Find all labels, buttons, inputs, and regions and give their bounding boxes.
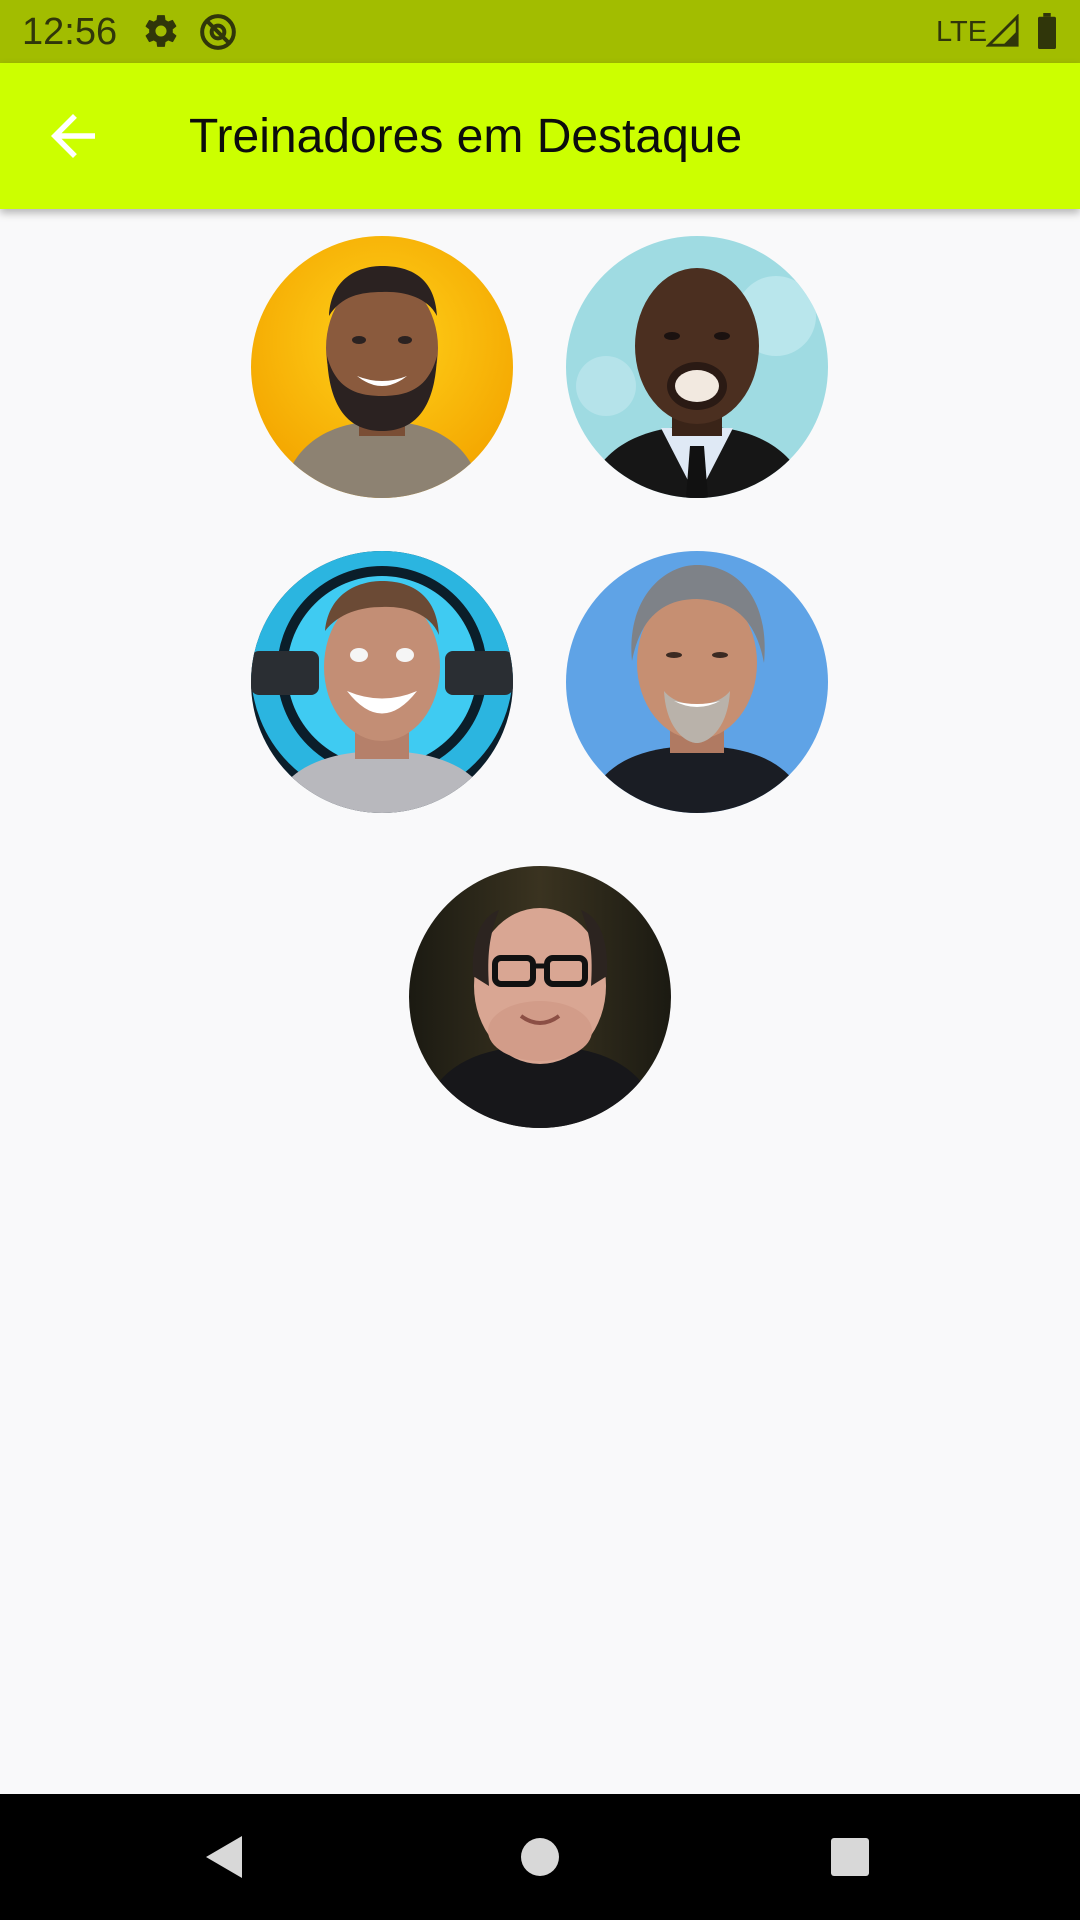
nav-back-icon[interactable] — [190, 1822, 260, 1892]
trainer-avatar[interactable] — [566, 551, 828, 813]
trainer-photo-4 — [566, 551, 828, 813]
nav-recents-icon[interactable] — [815, 1822, 885, 1892]
trainer-photo-5 — [409, 866, 671, 1128]
battery-icon — [1036, 13, 1058, 54]
trainer-avatar[interactable] — [409, 866, 671, 1128]
trainer-photo-1 — [251, 236, 513, 498]
page-title: Treinadores em Destaque — [189, 110, 743, 163]
trainer-avatar[interactable] — [566, 236, 828, 498]
status-bar: 12:56 LTE — [0, 0, 1080, 63]
trainer-photo-3 — [251, 551, 513, 813]
trainer-avatar[interactable] — [251, 236, 513, 498]
app-bar: Treinadores em Destaque — [0, 63, 1080, 209]
arrow-left-icon — [51, 114, 95, 158]
trainer-avatar[interactable] — [251, 551, 513, 813]
settings-icon — [142, 12, 180, 55]
navigation-bar — [0, 1794, 1080, 1920]
trainer-photo-2 — [566, 236, 828, 498]
signal-icon — [985, 13, 1020, 53]
screen: 12:56 LTE Treinadores em Destaque — [0, 0, 1080, 1920]
at-sign-icon — [198, 12, 238, 57]
nav-home-icon[interactable] — [505, 1822, 575, 1892]
back-button[interactable] — [40, 103, 106, 169]
status-time: 12:56 — [22, 11, 118, 53]
network-type: LTE — [936, 16, 988, 48]
